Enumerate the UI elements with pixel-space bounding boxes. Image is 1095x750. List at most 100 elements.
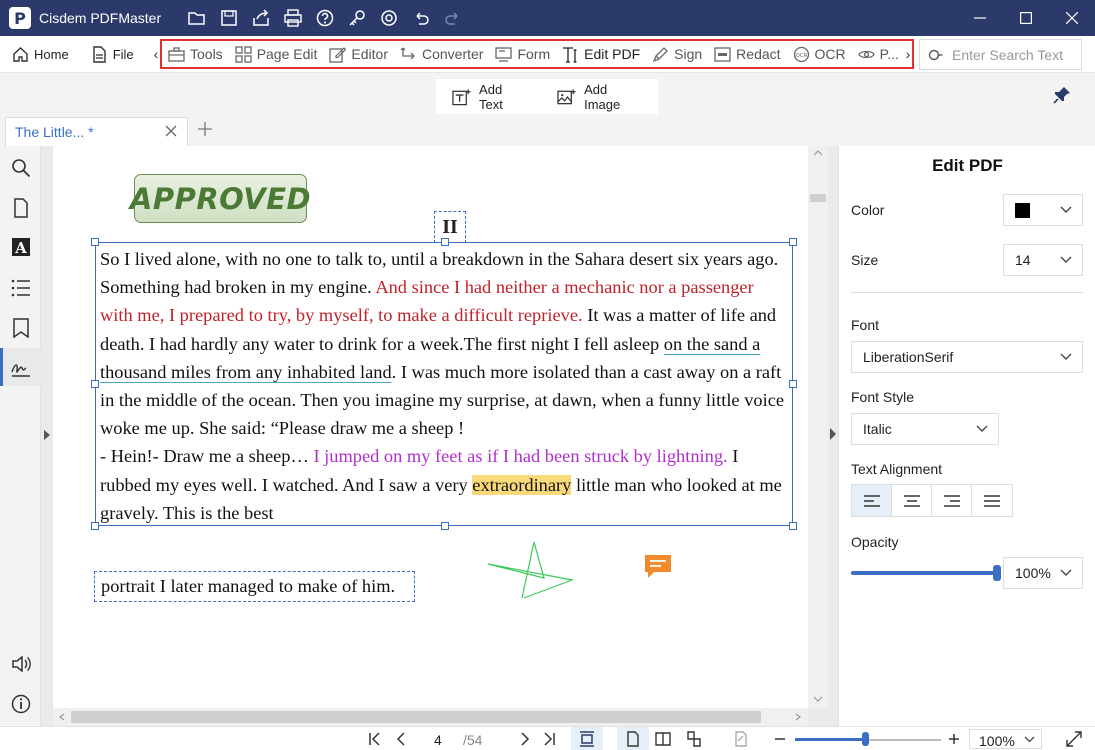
protect-button[interactable]: P... (852, 41, 905, 67)
font-select[interactable]: LiberationSerif (851, 341, 1083, 373)
resize-handle-br[interactable] (789, 522, 797, 530)
redact-button[interactable]: Redact (708, 41, 786, 67)
sidebar-search-icon[interactable] (10, 157, 31, 178)
new-tab-icon[interactable] (198, 122, 212, 136)
save-icon[interactable] (213, 0, 245, 36)
total-pages: /54 (463, 732, 483, 748)
sidebar-bookmark-icon[interactable] (10, 317, 31, 338)
freehand-star-drawing[interactable] (486, 540, 576, 600)
scroll-down-icon[interactable] (813, 696, 823, 702)
help-icon[interactable] (309, 0, 341, 36)
current-page-input[interactable]: 4 (434, 732, 442, 748)
share-icon[interactable] (245, 0, 277, 36)
next-page-icon[interactable] (516, 731, 532, 747)
font-label: Font (851, 317, 880, 333)
maximize-button[interactable] (1003, 0, 1049, 36)
toolbox-icon (168, 46, 185, 62)
pin-icon[interactable] (1053, 86, 1071, 104)
sidebar-info-icon[interactable] (10, 693, 31, 714)
minimize-button[interactable] (957, 0, 1003, 36)
form-button[interactable]: Form (489, 41, 556, 67)
sign-button[interactable]: Sign (646, 41, 708, 67)
print-icon[interactable] (277, 0, 309, 36)
size-select[interactable]: 14 (1003, 244, 1083, 276)
color-picker[interactable] (1003, 194, 1083, 226)
scroll-left-icon[interactable] (59, 713, 65, 721)
search-input[interactable] (952, 46, 1077, 63)
font-style-select[interactable]: Italic (851, 413, 999, 445)
align-justify-button[interactable] (972, 485, 1012, 516)
two-page-icon[interactable] (655, 731, 671, 747)
key-icon[interactable] (341, 0, 373, 36)
tools-group-highlighted: Tools Page Edit Editor Converter Form Ed… (160, 39, 914, 69)
horizontal-scroll-thumb[interactable] (71, 711, 761, 723)
chapter-heading: II (442, 215, 458, 238)
resize-handle-bl[interactable] (91, 522, 99, 530)
scroll-view-icon[interactable] (686, 731, 702, 747)
scroll-right-icon[interactable] (795, 713, 801, 721)
page-edit-button[interactable]: Page Edit (229, 41, 324, 67)
sidebar-speaker-icon[interactable] (10, 653, 31, 674)
resize-handle-mr[interactable] (789, 380, 797, 388)
add-text-button[interactable]: Add Text (436, 82, 541, 112)
opacity-slider-track[interactable] (851, 571, 998, 575)
approved-stamp[interactable]: APPROVED (130, 174, 311, 223)
zoom-select[interactable]: 100% (969, 729, 1042, 749)
chevron-down-icon (1060, 256, 1072, 263)
previous-page-icon[interactable] (394, 731, 410, 747)
home-button[interactable]: Home (6, 36, 75, 72)
first-page-icon[interactable] (367, 731, 383, 747)
zoom-slider-knob[interactable] (862, 732, 869, 746)
resize-handle-ml[interactable] (91, 380, 99, 388)
fullscreen-icon[interactable] (1066, 731, 1082, 747)
close-window-button[interactable] (1049, 0, 1095, 36)
opacity-select[interactable]: 100% (1003, 557, 1083, 589)
chapter-heading-box[interactable]: II (434, 211, 466, 243)
ocr-button[interactable]: OCR OCR (787, 41, 852, 67)
opacity-slider-knob[interactable] (993, 565, 1001, 581)
align-left-icon (863, 494, 880, 507)
comment-note-icon[interactable] (644, 554, 672, 580)
resize-handle-tl[interactable] (91, 238, 99, 246)
highlighted-text-segment: extraordinary (472, 474, 572, 495)
sidebar-pages-icon[interactable] (10, 197, 31, 218)
continuation-text-box[interactable]: portrait I later managed to make of him. (94, 571, 415, 602)
redo-icon[interactable] (437, 0, 469, 36)
toolbar-scroll-right[interactable]: › (902, 36, 914, 72)
zoom-out-icon[interactable] (772, 731, 788, 747)
read-mode-icon[interactable] (733, 731, 749, 747)
collapse-right-panel-icon[interactable] (829, 428, 837, 440)
close-tab-icon[interactable] (165, 125, 177, 137)
single-page-icon[interactable] (625, 731, 641, 747)
scroll-up-icon[interactable] (813, 150, 823, 156)
document-tab[interactable]: The Little... * (5, 117, 188, 146)
edit-pdf-button[interactable]: Edit PDF (556, 41, 646, 67)
align-left-button[interactable] (852, 485, 892, 516)
opacity-value: 100% (1015, 565, 1051, 581)
resize-handle-tr[interactable] (789, 238, 797, 246)
add-image-button[interactable]: Add Image (541, 82, 658, 112)
sidebar-signature-icon[interactable] (10, 357, 31, 378)
file-button[interactable]: File (85, 36, 140, 72)
undo-icon[interactable] (405, 0, 437, 36)
body-paragraph[interactable]: So I lived alone, with no one to talk to… (100, 245, 790, 527)
sidebar-text-icon[interactable]: A (10, 236, 31, 257)
text-alignment-group (851, 484, 1013, 517)
open-folder-icon[interactable] (181, 0, 213, 36)
align-right-button[interactable] (932, 485, 972, 516)
fit-page-icon[interactable] (579, 731, 595, 747)
converter-button[interactable]: Converter (394, 41, 489, 67)
edit-icon (329, 46, 347, 63)
sidebar-outline-icon[interactable] (10, 277, 31, 298)
grid-icon (235, 45, 252, 63)
vertical-scroll-thumb[interactable] (810, 194, 826, 202)
horizontal-scrollbar[interactable] (53, 708, 808, 726)
vertical-scrollbar[interactable] (808, 146, 828, 708)
last-page-icon[interactable] (541, 731, 557, 747)
zoom-in-icon[interactable] (946, 731, 962, 747)
settings-icon[interactable] (373, 0, 405, 36)
align-center-button[interactable] (892, 485, 932, 516)
tools-button[interactable]: Tools (162, 41, 229, 67)
editor-button[interactable]: Editor (323, 41, 394, 67)
collapse-left-panel-icon[interactable] (43, 430, 51, 440)
